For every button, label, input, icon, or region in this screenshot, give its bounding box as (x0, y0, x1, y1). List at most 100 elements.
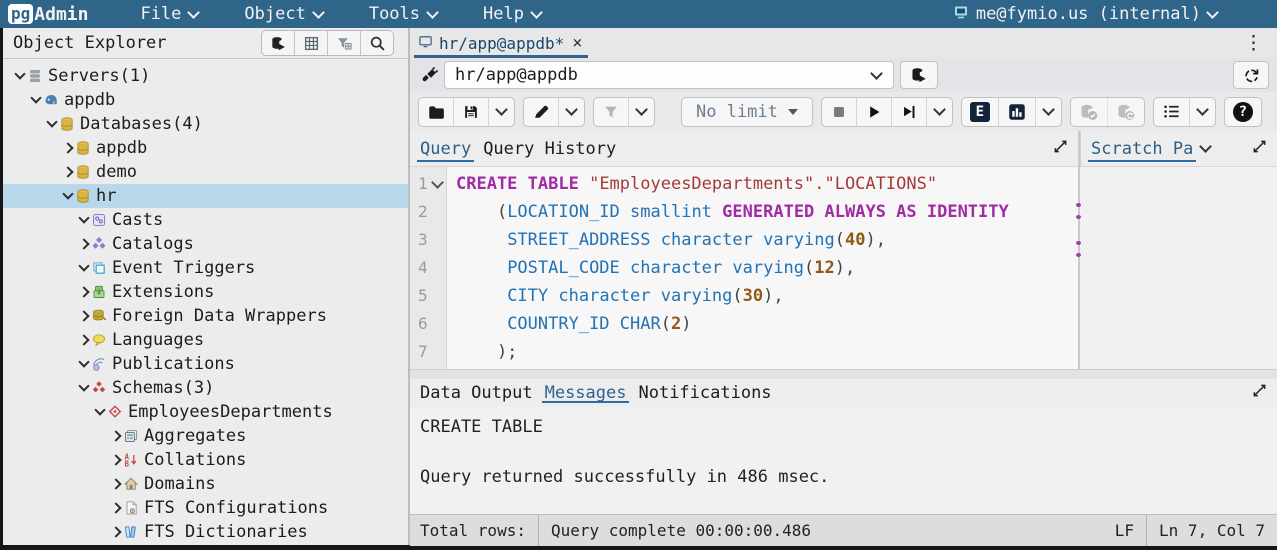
tree-item-languages[interactable]: Languages (3, 328, 408, 352)
chevron-right-icon[interactable] (61, 168, 75, 176)
expand-icon[interactable] (1053, 139, 1068, 159)
close-icon[interactable]: × (572, 33, 582, 53)
filter-button[interactable] (594, 98, 628, 126)
row-limit-dropdown[interactable]: No limit (682, 98, 812, 126)
scratch-pad-editor[interactable] (1080, 167, 1277, 369)
active-subtab-underline (1088, 160, 1196, 162)
menu-help[interactable]: Help (483, 4, 541, 24)
chevron-right-icon[interactable] (77, 240, 91, 248)
tree-item-publications[interactable]: Publications (3, 352, 408, 376)
tree-item-extensions[interactable]: Extensions (3, 280, 408, 304)
explain-analyze-button[interactable] (998, 98, 1035, 126)
tree-item-employeesdepartments[interactable]: EmployeesDepartments (3, 400, 408, 424)
commit-button[interactable] (1071, 98, 1107, 126)
dependencies-grid-button[interactable] (294, 31, 327, 55)
object-explorer-tree: Servers(1)appdbDatabases(4)appdbdemohrCa… (3, 59, 408, 544)
chevron-right-icon[interactable] (109, 504, 123, 512)
new-connection-button[interactable] (900, 61, 938, 89)
execute-to-cursor-button[interactable] (891, 98, 926, 126)
tree-item-domains[interactable]: Domains (3, 472, 408, 496)
search-button[interactable] (360, 31, 393, 55)
expand-icon[interactable] (1252, 383, 1267, 403)
tree-item-collations[interactable]: ABCollations (3, 448, 408, 472)
chevron-down-icon[interactable] (93, 410, 107, 414)
editor-code[interactable]: CREATE TABLE "EmployeesDepartments"."LOC… (447, 167, 1078, 369)
statusbar-left: Total rows: Query complete 00:00:00.486 (420, 515, 811, 546)
tree-item-appdb[interactable]: appdb (3, 88, 408, 112)
chevron-down-icon[interactable] (45, 122, 59, 126)
explain-options-chevron[interactable] (1035, 98, 1061, 126)
chevron-right-icon[interactable] (77, 288, 91, 296)
vertical-splitter[interactable] (1078, 131, 1080, 369)
menu-object[interactable]: Object (244, 4, 322, 24)
chevron-right-icon[interactable] (77, 312, 91, 320)
tab-query-history[interactable]: Query History (477, 131, 622, 166)
limit-group: No limit (681, 97, 813, 127)
tab-messages[interactable]: Messages (539, 379, 633, 407)
edit-options-chevron[interactable] (558, 98, 584, 126)
save-options-chevron[interactable] (488, 98, 514, 126)
help-button[interactable]: ? (1225, 98, 1261, 126)
save-button[interactable] (453, 98, 488, 126)
tree-item-foreign-data-wrappers[interactable]: Foreign Data Wrappers (3, 304, 408, 328)
explain-button[interactable]: E (962, 98, 998, 126)
tree-item-servers-1[interactable]: Servers(1) (3, 64, 408, 88)
chevron-down-icon[interactable] (61, 194, 75, 198)
rollback-button[interactable] (1107, 98, 1144, 126)
database-icon (75, 188, 95, 204)
tab-notifications[interactable]: Notifications (632, 379, 777, 407)
tree-item-fts-configurations[interactable]: FTS Configurations (3, 496, 408, 520)
tree-item-appdb[interactable]: appdb (3, 136, 408, 160)
expand-icon[interactable] (1252, 139, 1267, 159)
execute-options-chevron[interactable] (926, 98, 952, 126)
macros-chevron[interactable] (1189, 98, 1215, 126)
chevron-down-icon[interactable] (77, 266, 91, 270)
filter-table-button[interactable] (327, 31, 360, 55)
chevron-right-icon[interactable] (109, 456, 123, 464)
filter-options-chevron[interactable] (628, 98, 654, 126)
fold-chevron-icon[interactable] (431, 176, 444, 189)
tree-item-casts[interactable]: Casts (3, 208, 408, 232)
tree-item-catalogs[interactable]: Catalogs (3, 232, 408, 256)
edit-button[interactable] (524, 98, 558, 126)
chevron-right-icon[interactable] (61, 144, 75, 152)
chevron-down-icon[interactable] (1199, 140, 1212, 153)
query-tool-tab[interactable]: hr/app@appdb* × (410, 28, 592, 58)
tab-data-output[interactable]: Data Output (414, 379, 539, 407)
user-menu[interactable]: me@fymio.us (internal) (953, 4, 1217, 25)
connection-select[interactable]: hr/app@appdb (444, 61, 894, 89)
chevron-down-icon[interactable] (29, 98, 43, 102)
tree-item-fts-dictionaries[interactable]: FTS Dictionaries (3, 520, 408, 544)
tab-query[interactable]: Query (414, 131, 477, 166)
chevron-right-icon[interactable] (109, 480, 123, 488)
chevron-right-icon[interactable] (109, 528, 123, 536)
tree-item-hr[interactable]: hr (3, 184, 408, 208)
execute-button[interactable] (856, 98, 891, 126)
chevron-right-icon[interactable] (77, 336, 91, 344)
tree-item-label: Casts (112, 210, 163, 230)
menu-file[interactable]: File (140, 4, 198, 24)
tree-item-event-triggers[interactable]: Event Triggers (3, 256, 408, 280)
tree-item-schemas-3[interactable]: Schemas(3) (3, 376, 408, 400)
chevron-down-icon[interactable] (13, 74, 27, 78)
tree-item-aggregates[interactable]: Aggregates (3, 424, 408, 448)
stop-button[interactable] (822, 98, 856, 126)
db-connect-button[interactable] (262, 31, 294, 55)
menu-tools[interactable]: Tools (369, 4, 437, 24)
chevron-down-icon[interactable] (77, 362, 91, 366)
reset-button[interactable] (1233, 61, 1269, 89)
chevron-down-icon[interactable] (77, 218, 91, 222)
open-file-button[interactable] (419, 98, 453, 126)
tree-item-databases-4[interactable]: Databases(4) (3, 112, 408, 136)
chevron-down-icon[interactable] (77, 386, 91, 390)
cursor-position[interactable]: Ln 7, Col 7 (1159, 521, 1265, 540)
tab-scratch-pad[interactable]: Scratch Pa (1085, 131, 1199, 166)
kebab-menu-icon[interactable]: ⋮ (1244, 32, 1263, 54)
macros-button[interactable] (1154, 98, 1189, 126)
user-label: me@fymio.us (internal) (976, 4, 1201, 24)
messages-output: CREATE TABLE Query returned successfully… (410, 407, 1277, 522)
eol-indicator[interactable]: LF (1115, 521, 1134, 540)
chevron-right-icon[interactable] (109, 432, 123, 440)
sql-editor[interactable]: 1234567 CREATE TABLE "EmployeesDepartmen… (410, 167, 1078, 369)
tree-item-demo[interactable]: demo (3, 160, 408, 184)
